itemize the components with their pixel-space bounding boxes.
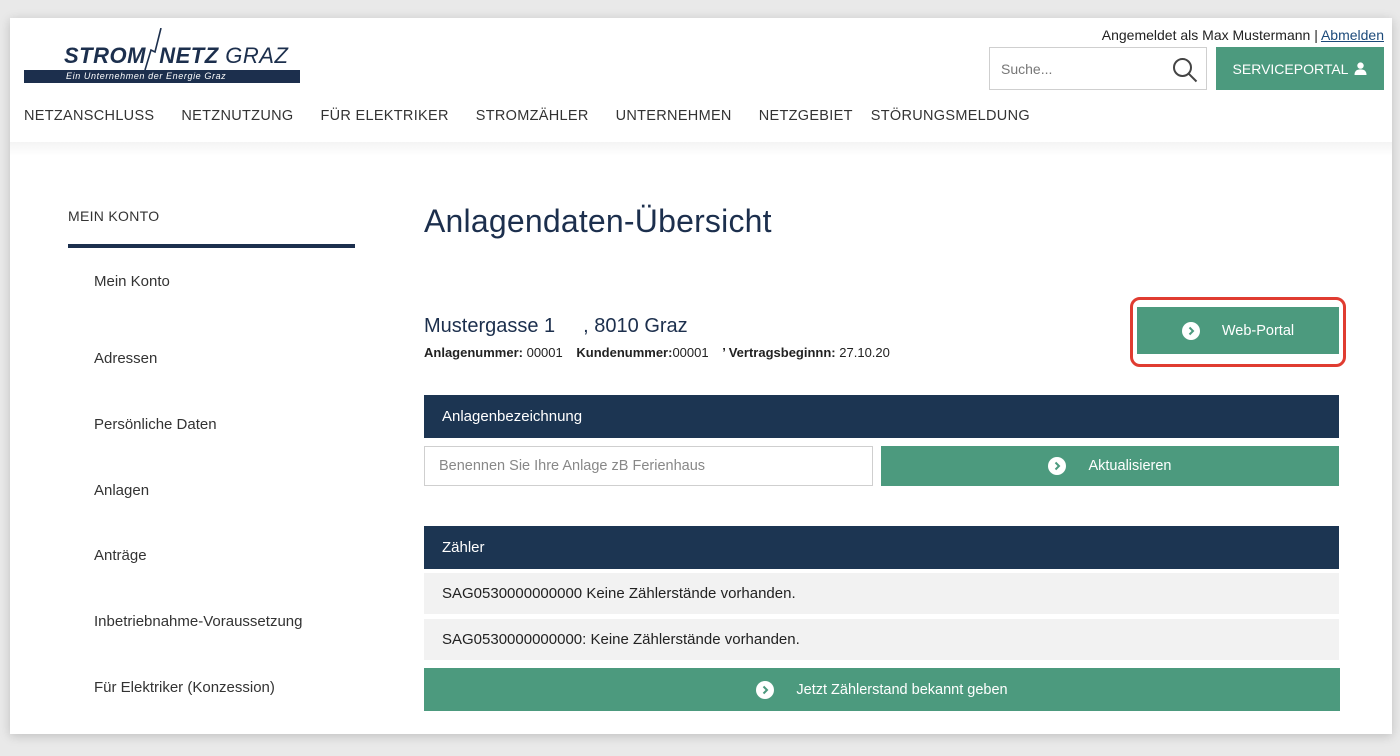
anlage-name-field [424,446,873,486]
anlagennummer-label: Anlagenummer: [424,345,523,360]
sidebar-title-underline [68,244,355,248]
nav-item-netzgebiet[interactable]: NETZGEBIET [759,108,853,124]
chevron-right-circle-icon [1048,457,1067,475]
header-divider [10,142,1392,156]
address-street: Mustergasse 1 [424,315,556,337]
logout-link[interactable]: Abmelden [1321,27,1384,43]
kundennummer-label: Kundenummer: [576,345,673,360]
nav-item-stoerungsmeldung[interactable]: STÖRUNGSMELDUNG [871,108,1030,124]
nav-item-netzanschluss[interactable]: NETZANSCHLUSS [24,108,154,124]
sidebar-item-antraege[interactable]: Anträge [94,547,147,564]
login-text: Angemeldet als Max Mustermann | [1101,27,1321,43]
anlagenbezeichnung-header: Anlagenbezeichnung [424,395,1339,438]
report-meter-reading-button[interactable]: Jetzt Zählerstand bekannt geben [424,668,1340,711]
aktualisieren-label: Aktualisieren [1088,458,1172,474]
page-frame: STROM NETZ GRAZ Ein Unternehmen der Ener… [10,18,1392,734]
meter-id: SAG0530000000000: [442,631,587,648]
chevron-right-circle-icon [756,680,775,699]
user-icon [1354,62,1367,75]
web-portal-label: Web-Portal [1221,322,1295,339]
meter-status: Keine Zählerstände vorhanden. [586,585,796,602]
sidebar-item-inbetriebnahme[interactable]: Inbetriebnahme-Voraussetzung [94,613,302,630]
strom-netz-graz-logo[interactable]: STROM NETZ GRAZ Ein Unternehmen der Ener… [24,26,300,86]
meter-status: Keine Zählerstände vorhanden. [590,631,800,648]
report-meter-reading-label: Jetzt Zählerstand bekannt geben [796,681,1008,698]
installation-meta: Anlagenummer: 00001 Kundenummer:00001 ’ … [424,345,890,360]
vertragsbeginn-value: 27.10.20 [839,345,890,360]
chevron-right-circle-icon [1181,321,1200,340]
logo-wordmark: STROM NETZ GRAZ [64,43,289,68]
anlagennummer-value: 00001 [526,345,563,360]
kundennummer-value: 00001 [672,345,709,360]
sidebar-title: MEIN KONTO [68,208,160,224]
meter-row: SAG0530000000000 Keine Zählerstände vorh… [424,573,1339,614]
address-city: , 8010 Graz [583,315,688,337]
sidebar-item-persoenliche-daten[interactable]: Persönliche Daten [94,416,217,433]
meter-id: SAG0530000000000 [442,585,583,602]
nav-item-unternehmen[interactable]: UNTERNEHMEN [616,108,732,124]
nav-item-stromzaehler[interactable]: STROMZÄHLER [476,108,589,124]
search-input[interactable] [991,49,1161,88]
search-box [989,47,1207,90]
login-status: Angemeldet als Max Mustermann | Abmelden [1102,27,1384,43]
sidebar-item-mein-konto[interactable]: Mein Konto [94,273,170,290]
sidebar-item-elektriker-konzession[interactable]: Für Elektriker (Konzession) [94,679,275,696]
serviceportal-label: SERVICEPORTAL [1232,60,1349,77]
lightning-bolt-icon [144,28,162,70]
installation-address: Mustergasse 1 , 8010 Graz [424,315,688,338]
web-portal-button[interactable]: Web-Portal [1137,307,1339,354]
nav-item-netznutzung[interactable]: NETZNUTZUNG [181,108,293,124]
serviceportal-button[interactable]: SERVICEPORTAL [1216,47,1384,90]
anlage-name-input[interactable] [425,447,872,485]
vertragsbeginn-label: ’ Vertragsbeginnn: [722,345,836,360]
main-navigation: NETZANSCHLUSS NETZNUTZUNG FÜR ELEKTRIKER… [24,108,1057,124]
aktualisieren-button[interactable]: Aktualisieren [881,446,1339,486]
meter-row: SAG0530000000000: Keine Zählerstände vor… [424,619,1339,660]
sidebar-item-anlagen[interactable]: Anlagen [94,482,149,499]
logo-tagline: Ein Unternehmen der Energie Graz [66,71,227,81]
search-icon[interactable] [1172,57,1198,83]
nav-item-fuer-elektriker[interactable]: FÜR ELEKTRIKER [320,108,448,124]
sidebar-item-adressen[interactable]: Adressen [94,350,157,367]
page-title: Anlagendaten-Übersicht [424,203,772,239]
zaehler-header: Zähler [424,526,1339,569]
